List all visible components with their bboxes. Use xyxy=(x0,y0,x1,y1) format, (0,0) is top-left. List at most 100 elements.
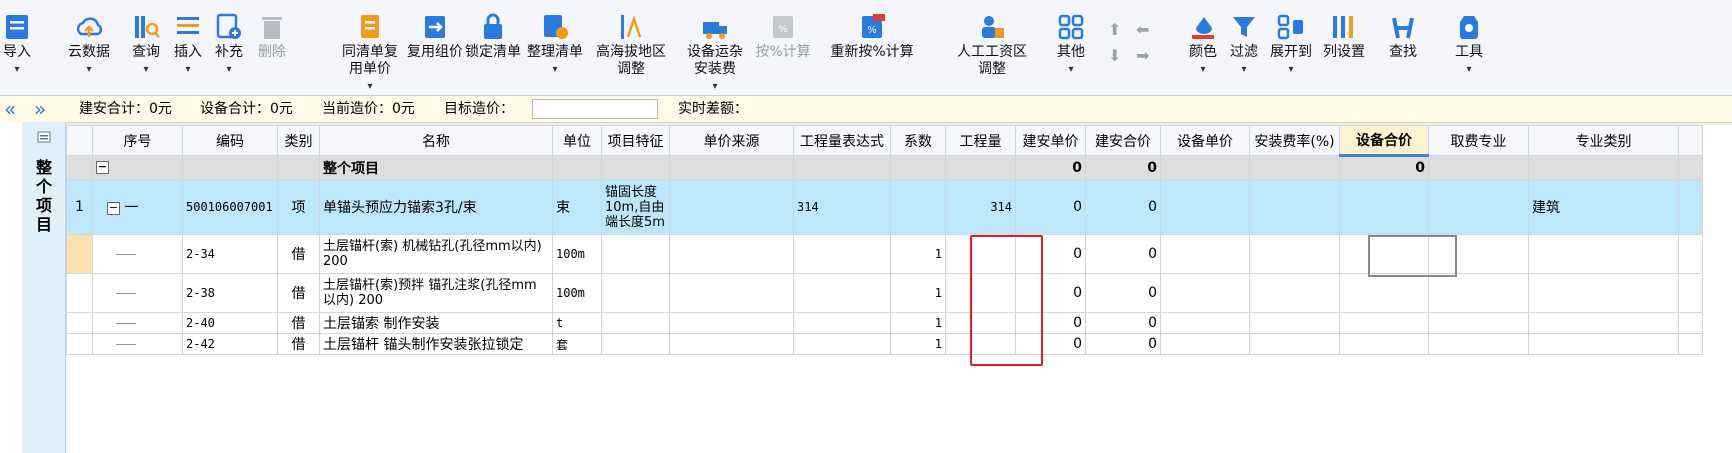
move-left-icon[interactable]: ⬅ xyxy=(1136,18,1149,42)
cell[interactable] xyxy=(1339,273,1429,313)
collapse-left-icon[interactable]: « xyxy=(4,98,16,120)
cell[interactable] xyxy=(601,333,670,355)
cell[interactable] xyxy=(1249,312,1340,334)
item-category[interactable]: 建筑 xyxy=(1528,179,1679,235)
dropdown-arrow-icon[interactable]: ▾ xyxy=(0,65,34,75)
collapse-icon[interactable]: − xyxy=(107,201,120,215)
item-qty[interactable]: 314 xyxy=(945,179,1016,235)
list-item-row[interactable]: 1 − 一 500106007001 项 单锚头预应力锚索3孔/束 束 锚固长度… xyxy=(66,179,1703,235)
item-jianan-price[interactable]: 0 xyxy=(1015,179,1086,235)
dropdown-arrow-icon[interactable]: ▾ xyxy=(168,65,208,75)
column-header[interactable]: 工程量表达式 xyxy=(793,125,891,156)
cell[interactable] xyxy=(793,312,891,334)
cell[interactable] xyxy=(1528,312,1679,334)
cell[interactable] xyxy=(1428,234,1529,274)
toolbar-button-filter[interactable]: 过滤 ▾ xyxy=(1224,6,1264,92)
column-header[interactable]: 单位 xyxy=(552,125,602,156)
sub-unit[interactable]: 100m xyxy=(552,234,602,274)
toolbar-button-reuse-pricing[interactable]: 复用组价 xyxy=(404,6,466,92)
cell[interactable] xyxy=(669,179,794,235)
cell[interactable] xyxy=(1249,179,1340,235)
cell[interactable] xyxy=(1249,333,1340,355)
cell[interactable] xyxy=(601,234,670,274)
sub-name[interactable]: 土层锚杆 锚头制作安装张拉锁定 xyxy=(319,333,553,355)
sub-name[interactable]: 土层锚杆(索)预拌 锚孔注浆(孔径mm以内) 200 xyxy=(319,273,553,313)
cell[interactable] xyxy=(1249,155,1340,180)
sub-jianan-price[interactable]: 0 xyxy=(1015,333,1086,355)
tree-line[interactable] xyxy=(92,234,183,274)
toolbar-button-equipment-fee[interactable]: 设备运杂 安装费 ▾ xyxy=(680,6,750,92)
toolbar-button-column-settings[interactable]: 列设置 xyxy=(1318,6,1370,92)
toolbar-button-lock-list[interactable]: 锁定清单 xyxy=(462,6,524,92)
sub-code[interactable]: 2-34 xyxy=(182,234,278,274)
cell[interactable] xyxy=(1678,312,1703,334)
dropdown-arrow-icon[interactable]: ▾ xyxy=(1224,65,1264,75)
toolbar-button-cloud-data[interactable]: 云数据 ▾ xyxy=(58,6,120,92)
side-project-title[interactable]: 整个项目 xyxy=(35,158,53,234)
dropdown-arrow-icon[interactable]: ▾ xyxy=(524,65,586,75)
sub-unit[interactable]: 套 xyxy=(552,333,602,355)
cell[interactable] xyxy=(669,273,794,313)
item-name[interactable]: 单锚头预应力锚索3孔/束 xyxy=(319,179,553,235)
column-header[interactable]: 项目特征 xyxy=(601,125,670,156)
sub-type[interactable]: 借 xyxy=(277,273,320,313)
sub-type[interactable]: 借 xyxy=(277,312,320,334)
sub-qty[interactable] xyxy=(945,234,1016,274)
sub-type[interactable]: 借 xyxy=(277,234,320,274)
sub-qty[interactable] xyxy=(945,312,1016,334)
sub-jianan-total[interactable]: 0 xyxy=(1085,312,1161,334)
toolbar-button-import[interactable]: 导入 ▾ xyxy=(0,6,34,92)
document-icon[interactable] xyxy=(37,130,51,148)
item-type[interactable]: 项 xyxy=(277,179,320,235)
seq-cell[interactable]: − 一 xyxy=(92,179,183,235)
item-code[interactable]: 500106007001 xyxy=(182,179,278,235)
sub-coef[interactable]: 1 xyxy=(890,273,946,313)
tree-line[interactable] xyxy=(92,273,183,313)
total-name[interactable]: 整个项目 xyxy=(319,155,553,180)
cell[interactable] xyxy=(1249,273,1340,313)
sub-unit[interactable]: t xyxy=(552,312,602,334)
target-cost-input[interactable] xyxy=(532,99,658,119)
sub-code[interactable]: 2-40 xyxy=(182,312,278,334)
tree-toggle-cell[interactable]: − xyxy=(92,155,183,180)
cell[interactable] xyxy=(1678,179,1703,235)
item-qty-expr[interactable]: 314 xyxy=(793,179,891,235)
sub-qty[interactable] xyxy=(945,273,1016,313)
toolbar-button-altitude[interactable]: 高海拔地区 调整 xyxy=(590,6,672,92)
dropdown-arrow-icon[interactable]: ▾ xyxy=(208,65,250,75)
expand-right-icon[interactable]: » xyxy=(34,98,46,120)
cell[interactable] xyxy=(277,155,320,180)
cell[interactable] xyxy=(66,155,93,180)
column-header[interactable]: 类别 xyxy=(277,125,320,156)
item-unit[interactable]: 束 xyxy=(552,179,602,235)
dropdown-arrow-icon[interactable]: ▾ xyxy=(58,65,120,75)
cell[interactable] xyxy=(1678,333,1703,355)
cell[interactable] xyxy=(1528,155,1679,180)
cell[interactable] xyxy=(182,155,278,180)
sub-qty[interactable] xyxy=(945,333,1016,355)
total-jianan-total[interactable]: 0 xyxy=(1085,155,1161,180)
cell[interactable] xyxy=(1160,312,1250,334)
column-header[interactable] xyxy=(66,125,93,156)
sub-name[interactable]: 土层锚杆(索) 机械钻孔(孔径mm以内) 200 xyxy=(319,234,553,274)
toolbar-button-insert[interactable]: 插入 ▾ xyxy=(168,6,208,92)
cell[interactable] xyxy=(601,312,670,334)
cell[interactable] xyxy=(669,155,794,180)
toolbar-button-query[interactable]: 查询 ▾ xyxy=(126,6,166,92)
column-header[interactable]: 设备合价 xyxy=(1339,125,1429,157)
column-header[interactable]: 建安合价 xyxy=(1085,125,1161,156)
cell[interactable] xyxy=(1528,333,1679,355)
table-row[interactable]: 2-34 借土层锚杆(索) 机械钻孔(孔径mm以内) 200 100m 1 0 0 xyxy=(66,234,1703,274)
tree-line[interactable] xyxy=(92,333,183,355)
toolbar-button-expand-to[interactable]: 展开到 ▾ xyxy=(1266,6,1316,92)
dropdown-arrow-icon[interactable]: ▾ xyxy=(1444,65,1494,75)
column-header[interactable]: 专业类别 xyxy=(1528,125,1679,156)
toolbar-button-organize-list[interactable]: 整理清单 ▾ xyxy=(524,6,586,92)
column-header[interactable]: 建安单价 xyxy=(1015,125,1086,156)
cell[interactable] xyxy=(1339,333,1429,355)
column-header[interactable]: 系数 xyxy=(890,125,946,156)
cell[interactable] xyxy=(669,333,794,355)
sub-code[interactable]: 2-38 xyxy=(182,273,278,313)
move-up-icon[interactable]: ⬆ xyxy=(1108,18,1121,42)
column-header[interactable]: 编码 xyxy=(182,125,278,156)
